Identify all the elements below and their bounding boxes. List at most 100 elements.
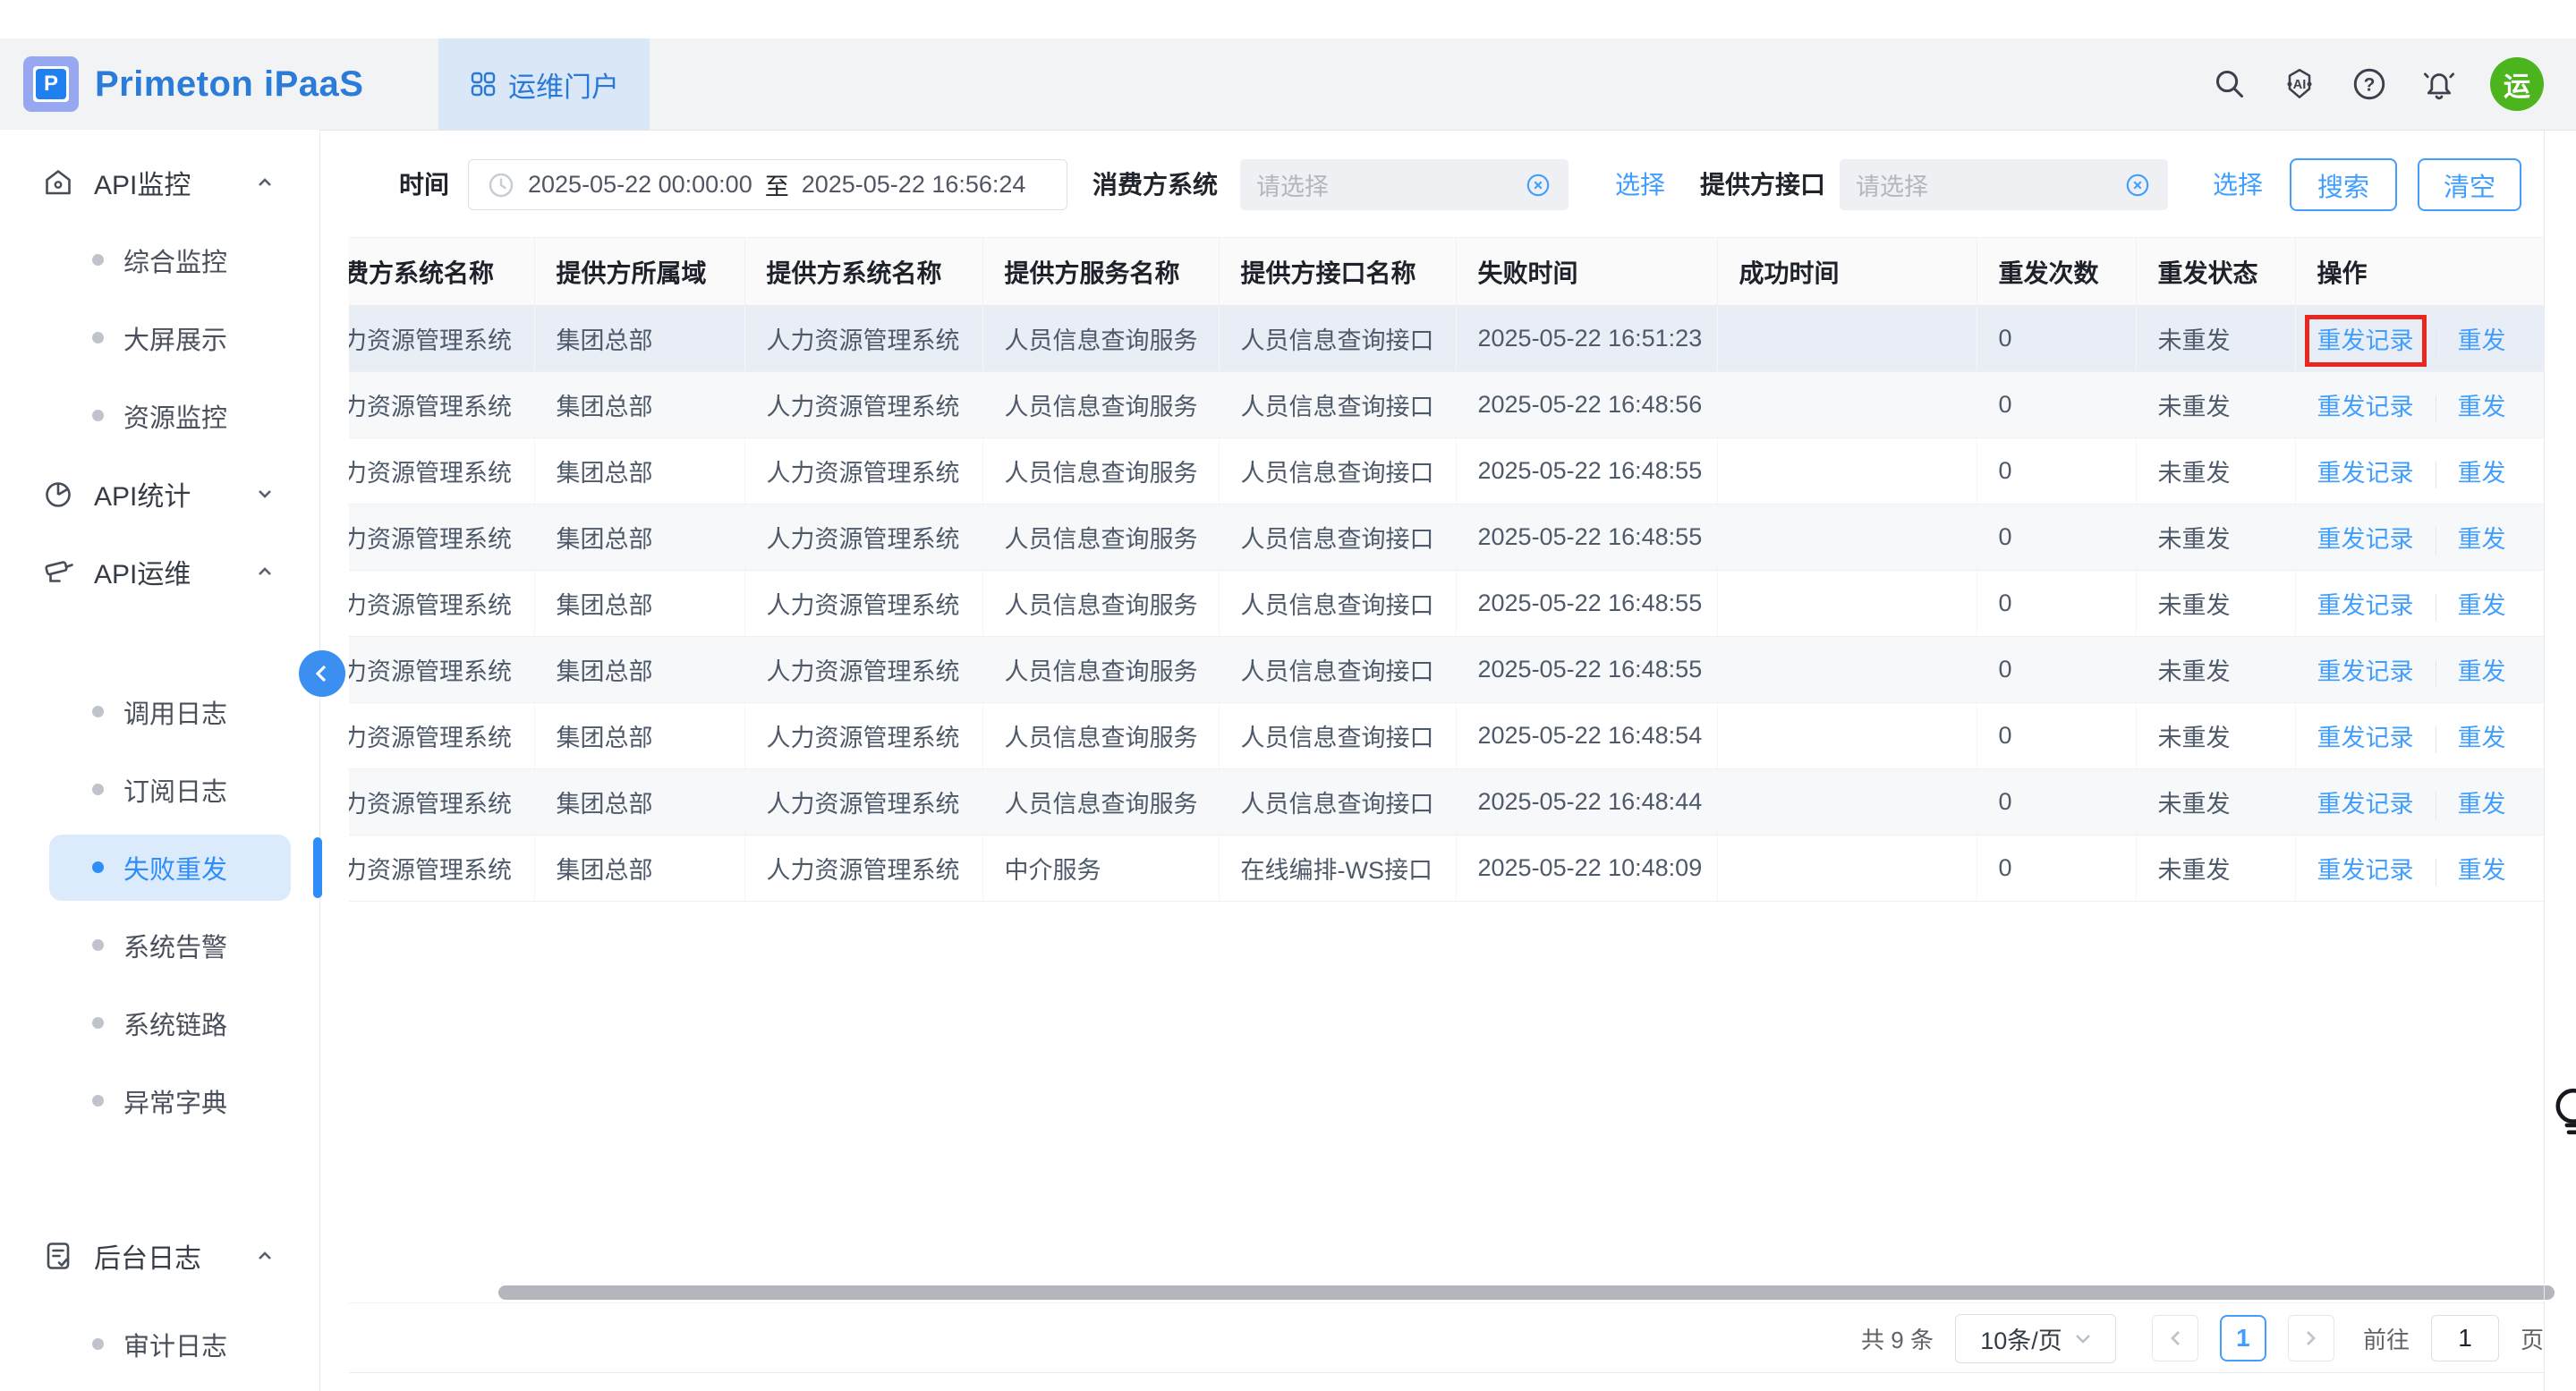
actions-cell: 重发记录 重发 (2295, 505, 2544, 571)
lightbulb-icon[interactable] (2547, 1084, 2576, 1143)
ai-assistant-icon[interactable]: AI (2281, 65, 2318, 103)
sidebar-collapse-button[interactable] (299, 650, 345, 697)
consumer-system-select[interactable]: 请选择 (1240, 159, 1569, 210)
table-header-row: 消费方系统名称 提供方所属域 提供方系统名称 提供方服务名称 提供方接口名称 失… (349, 238, 2544, 306)
bullet-dot-icon (92, 1095, 104, 1107)
resend-record-link[interactable]: 重发记录 (2317, 725, 2414, 751)
search-button[interactable]: 搜索 (2290, 158, 2397, 211)
sidebar-item-big-screen[interactable]: 大屏展示 (0, 299, 319, 377)
resend-link[interactable]: 重发 (2458, 526, 2506, 553)
time-range-input[interactable]: 2025-05-22 00:00:00 至 2025-05-22 16:56:2… (468, 159, 1067, 210)
table-cell (1717, 835, 1977, 902)
total-count-label: 共 9 条 (1861, 1322, 1934, 1355)
resend-link[interactable]: 重发 (2458, 592, 2506, 619)
table-cell: 人力资源管理系统 (744, 505, 982, 571)
current-page-button[interactable]: 1 (2220, 1315, 2266, 1361)
sidebar: API监控 综合监控 大屏展示 资源监控 (0, 130, 320, 1391)
consumer-select-link[interactable]: 选择 (1615, 159, 1665, 210)
resend-record-link[interactable]: 重发记录 (2317, 592, 2414, 619)
resend-record-link[interactable]: 重发记录 (2317, 791, 2414, 818)
sidebar-group-backend-logs[interactable]: 后台日志 (0, 1217, 319, 1294)
sidebar-group-api-operations[interactable]: API运维 (0, 532, 319, 610)
table-cell: 0 (1977, 571, 2136, 637)
sidebar-item-label: 大屏展示 (123, 319, 227, 357)
table-cell: 0 (1977, 372, 2136, 438)
table-cell: 人力资源管理系统 (349, 571, 534, 637)
tab-ops-portal[interactable]: 运维门户 (438, 38, 650, 130)
bell-icon[interactable] (2420, 65, 2458, 103)
table-cell: 人力资源管理系统 (744, 835, 982, 902)
logo: P Primeton iPaaS (23, 38, 363, 130)
resend-record-link[interactable]: 重发记录 (2317, 327, 2414, 354)
table-cell: 集团总部 (534, 372, 744, 438)
bullet-dot-icon (92, 939, 104, 951)
consumer-system-label: 消费方系统 (1092, 159, 1218, 210)
sidebar-item-failure-resend[interactable]: 失败重发 (49, 835, 291, 901)
provider-interface-select[interactable]: 请选择 (1840, 159, 2168, 210)
table-cell: 人员信息查询接口 (1219, 505, 1456, 571)
resend-link[interactable]: 重发 (2458, 394, 2506, 420)
clear-button[interactable]: 清空 (2418, 158, 2521, 211)
sidebar-item-audit-logs[interactable]: 审计日志 (0, 1305, 319, 1383)
actions-cell: 重发记录 重发 (2295, 372, 2544, 438)
sidebar-item-subscription-logs[interactable]: 订阅日志 (0, 751, 319, 828)
clear-circle-icon[interactable] (1524, 171, 1552, 199)
sidebar-group-label: API统计 (94, 474, 191, 513)
horizontal-scrollbar-thumb[interactable] (498, 1285, 2555, 1300)
table-cell: 人力资源管理系统 (349, 505, 534, 571)
sidebar-item-system-links[interactable]: 系统链路 (0, 984, 319, 1062)
time-separator: 至 (765, 167, 789, 202)
sidebar-item-system-alarms[interactable]: 系统告警 (0, 906, 319, 984)
table-cell: 人员信息查询接口 (1219, 571, 1456, 637)
table-cell: 2025-05-22 16:48:56 (1456, 372, 1717, 438)
page-size-select[interactable]: 10条/页 (1955, 1314, 2116, 1363)
resend-record-link[interactable]: 重发记录 (2317, 857, 2414, 884)
goto-page-input[interactable] (2431, 1315, 2499, 1361)
next-page-button[interactable] (2288, 1315, 2334, 1361)
sidebar-item-call-logs[interactable]: 调用日志 (0, 673, 319, 751)
resend-record-link[interactable]: 重发记录 (2317, 394, 2414, 420)
sidebar-group-api-monitoring[interactable]: API监控 (0, 143, 319, 221)
resend-record-link[interactable]: 重发记录 (2317, 460, 2414, 487)
sidebar-item-label: 资源监控 (123, 397, 227, 435)
prev-page-button[interactable] (2152, 1315, 2198, 1361)
table-cell: 人力资源管理系统 (744, 372, 982, 438)
sidebar-group-api-statistics[interactable]: API统计 (0, 454, 319, 532)
actions-cell: 重发记录 重发 (2295, 306, 2544, 372)
table-cell: 人力资源管理系统 (349, 306, 534, 372)
actions-cell: 重发记录 重发 (2295, 769, 2544, 835)
resend-record-link[interactable]: 重发记录 (2317, 658, 2414, 685)
table-cell (1717, 637, 1977, 703)
sidebar-item-integrated-monitoring[interactable]: 综合监控 (0, 221, 319, 299)
sidebar-item-exception-dictionary[interactable]: 异常字典 (0, 1062, 319, 1140)
resend-link[interactable]: 重发 (2458, 725, 2506, 751)
table-cell: 未重发 (2136, 505, 2295, 571)
provider-select-link[interactable]: 选择 (2213, 159, 2263, 210)
table-cell: 集团总部 (534, 571, 744, 637)
help-icon[interactable]: ? (2351, 65, 2388, 103)
column-header: 失败时间 (1456, 238, 1717, 306)
table-cell: 未重发 (2136, 571, 2295, 637)
bullet-dot-icon (92, 1338, 104, 1350)
resend-link[interactable]: 重发 (2458, 857, 2506, 884)
resend-link[interactable]: 重发 (2458, 460, 2506, 487)
resend-link[interactable]: 重发 (2458, 658, 2506, 685)
table-cell: 0 (1977, 637, 2136, 703)
table-cell: 2025-05-22 16:48:54 (1456, 703, 1717, 769)
column-header: 提供方所属域 (534, 238, 744, 306)
time-end-value: 2025-05-22 16:56:24 (802, 171, 1026, 199)
resend-link[interactable]: 重发 (2458, 791, 2506, 818)
search-icon[interactable] (2211, 65, 2249, 103)
table-cell: 人力资源管理系统 (744, 571, 982, 637)
table-cell: 人力资源管理系统 (744, 637, 982, 703)
table-cell: 人力资源管理系统 (349, 637, 534, 703)
resend-record-link[interactable]: 重发记录 (2317, 526, 2414, 553)
table-cell: 人员信息查询接口 (1219, 372, 1456, 438)
user-avatar[interactable]: 运 (2490, 57, 2544, 111)
page-unit-label: 页 (2521, 1322, 2544, 1355)
sidebar-item-resource-monitoring[interactable]: 资源监控 (0, 377, 319, 454)
svg-text:AI: AI (2293, 78, 2307, 92)
clear-circle-icon[interactable] (2123, 171, 2152, 199)
resend-link[interactable]: 重发 (2458, 327, 2506, 354)
sidebar-item-label: 异常字典 (123, 1082, 227, 1120)
